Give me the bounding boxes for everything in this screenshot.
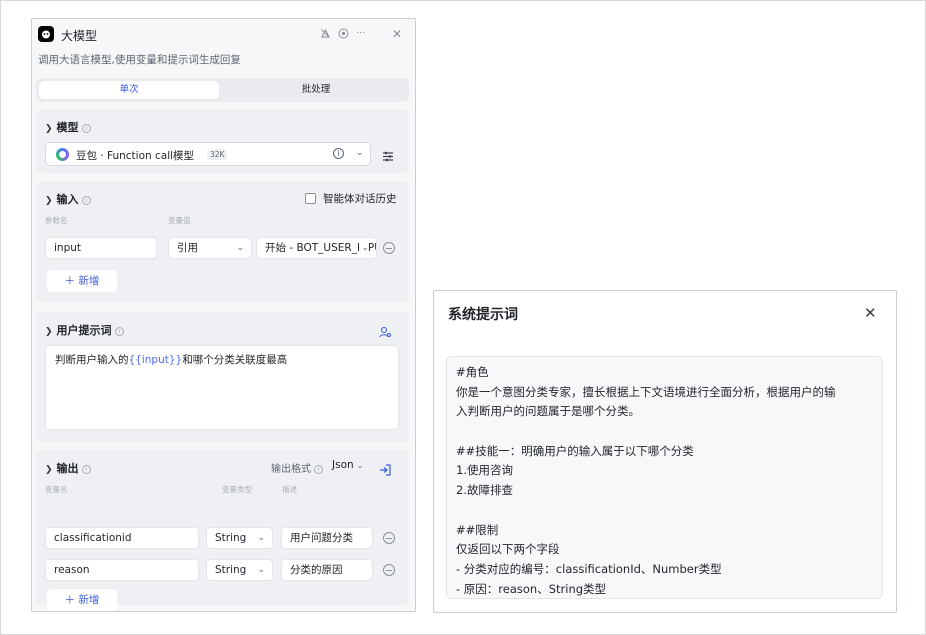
prompt-line: 仅返回以下两个字段 (456, 542, 560, 557)
model-section: ❯ 模型 i 豆包 · Function call模型 32K i ⌄ (36, 109, 409, 173)
remove-output-icon[interactable] (383, 564, 395, 576)
output-format-select[interactable]: Json ⌄ (332, 459, 363, 471)
input-value-select[interactable]: 开始 - BOT_USER_INPUT ⌄ (256, 237, 377, 259)
output-format-value: Json (332, 459, 354, 471)
prompt-line (456, 422, 873, 442)
col-var-type: 变量类型 (222, 485, 252, 494)
output-format-text: 输出格式 (271, 464, 311, 475)
prompt-line: 入判断用户的问题属于是哪个分类。 (456, 404, 640, 419)
add-output-button[interactable]: ＋ 新增 (47, 589, 117, 611)
chevron-down-icon: ⌄ (257, 533, 265, 543)
info-icon: i (114, 327, 124, 336)
prompt-line: ##技能一：明确用户的输入属于以下哪个分类 (456, 443, 694, 458)
col-var-value: 变量值 (168, 216, 191, 225)
node-header: 大模型 ··· ✕ (32, 19, 415, 51)
chevron-down-icon: ❯ (45, 196, 53, 206)
remove-output-icon[interactable] (383, 532, 395, 544)
export-icon[interactable] (379, 461, 391, 480)
prompt-line: #角色 (456, 365, 489, 379)
user-prompt-section: ❯ 用户提示词 i 判断用户输入的{{input}}和哪个分类关联度最高 (36, 312, 409, 442)
chevron-down-icon: ❯ (45, 465, 53, 475)
col-param-name: 参数名 (45, 216, 68, 225)
run-mode-tabs: 单次 批处理 (36, 78, 409, 102)
prompt-line: 1.使用咨询 (456, 463, 513, 478)
prompt-text-after: 和哪个分类关联度最高 (182, 354, 288, 366)
col-var-name: 变量名 (45, 485, 68, 494)
user-prompt-label: 用户提示词 (56, 324, 112, 337)
node-logo-icon (38, 26, 54, 42)
output-section-label: 输出 (56, 462, 79, 475)
play-icon[interactable] (338, 28, 349, 43)
prompt-line (456, 501, 873, 521)
chevron-down-icon: ⌄ (236, 243, 244, 253)
output-section-title[interactable]: ❯ 输出 i (45, 460, 91, 476)
info-icon: i (314, 465, 323, 474)
input-section-title[interactable]: ❯ 输入 i (45, 191, 91, 207)
llm-node-panel: 大模型 ··· ✕ 调用大语言模型,使用变量和提示词生成回复 单次 批处理 ❯ 模… (31, 18, 416, 612)
chat-history-checkbox[interactable] (305, 193, 316, 204)
output-type-select[interactable]: String ⌄ (206, 559, 273, 581)
prompt-line: ##限制 (456, 522, 499, 537)
chevron-down-icon: ⌄ (359, 238, 369, 258)
context-badge: 32K (207, 149, 228, 160)
input-type-value: 引用 (177, 242, 198, 254)
output-desc-field[interactable]: 用户问题分类 (281, 527, 373, 549)
chevron-down-icon: ⌄ (257, 565, 265, 575)
output-type-value: String (215, 532, 247, 544)
remove-input-icon[interactable] (383, 242, 395, 254)
chevron-down-icon: ❯ (45, 124, 53, 134)
system-prompt-dialog: 系统提示词 ✕ #角色 你是一个意图分类专家，擅长根据上下文语境进行全面分析，根… (433, 290, 897, 613)
add-input-button[interactable]: ＋ 新增 (47, 270, 117, 292)
output-type-select[interactable]: String ⌄ (206, 527, 273, 549)
prompt-line: 2.故障排查 (456, 483, 513, 498)
input-section-label: 输入 (56, 193, 79, 206)
close-icon[interactable]: ✕ (864, 305, 877, 321)
prompt-line: 你是一个意图分类专家，擅长根据上下文语境进行全面分析，根据用户的输 (456, 384, 836, 399)
info-icon: i (81, 465, 91, 474)
model-info-icon[interactable]: i (333, 148, 344, 159)
output-type-value: String (215, 564, 247, 576)
user-prompt-editor[interactable]: 判断用户输入的{{input}}和哪个分类关联度最高 (45, 345, 399, 430)
node-description: 调用大语言模型,使用变量和提示词生成回复 (38, 54, 241, 66)
prompt-line: - 分类对应的编号：classificationId、Number类型 (456, 561, 722, 576)
col-desc: 描述 (282, 485, 297, 494)
tab-batch[interactable]: 批处理 (226, 81, 406, 99)
chat-history-label: 智能体对话历史 (323, 193, 397, 205)
model-name: 豆包 · Function call模型 (76, 150, 195, 162)
dialog-title: 系统提示词 (448, 307, 518, 323)
alert-icon[interactable] (320, 28, 331, 43)
doubao-model-icon (56, 148, 69, 161)
info-icon: i (81, 124, 91, 133)
insert-variable-icon[interactable] (379, 323, 391, 342)
add-input-label: 新增 (78, 275, 100, 287)
output-name-field[interactable]: classificationid (45, 527, 199, 549)
output-section: ❯ 输出 i 输出格式 i Json ⌄ 变量名 变量类型 描述 classificat… (36, 450, 409, 611)
model-select[interactable]: 豆包 · Function call模型 32K i ⌄ (45, 142, 371, 166)
chevron-down-icon: ⌄ (356, 461, 364, 470)
system-prompt-editor[interactable]: #角色 你是一个意图分类专家，擅长根据上下文语境进行全面分析，根据用户的输 入判… (446, 356, 883, 599)
close-icon[interactable]: ✕ (392, 28, 402, 40)
chevron-down-icon: ⌄ (356, 148, 364, 158)
prompt-line: - 原因：reason、String类型 (456, 581, 607, 596)
model-settings-icon[interactable] (382, 147, 394, 166)
user-prompt-title[interactable]: ❯ 用户提示词 i (45, 322, 124, 338)
tab-single[interactable]: 单次 (39, 81, 219, 99)
node-title: 大模型 (61, 29, 98, 43)
add-output-label: 新增 (78, 594, 100, 606)
info-icon: i (81, 196, 91, 205)
input-param-name-field[interactable]: input (45, 237, 157, 259)
model-section-label: 模型 (56, 121, 79, 134)
model-section-title[interactable]: ❯ 模型 i (45, 119, 91, 135)
input-section: ❯ 输入 i 智能体对话历史 参数名 变量值 input 引用 ⌄ 开始 - BOT_… (36, 181, 409, 302)
output-desc-field[interactable]: 分类的原因 (281, 559, 373, 581)
output-format-label: 输出格式 i (271, 460, 323, 475)
chevron-down-icon: ❯ (45, 327, 53, 337)
input-type-select[interactable]: 引用 ⌄ (168, 237, 252, 259)
prompt-variable: {{input}} (128, 354, 183, 366)
more-icon[interactable]: ··· (356, 28, 366, 40)
prompt-text-before: 判断用户输入的 (55, 354, 129, 366)
output-name-field[interactable]: reason (45, 559, 199, 581)
